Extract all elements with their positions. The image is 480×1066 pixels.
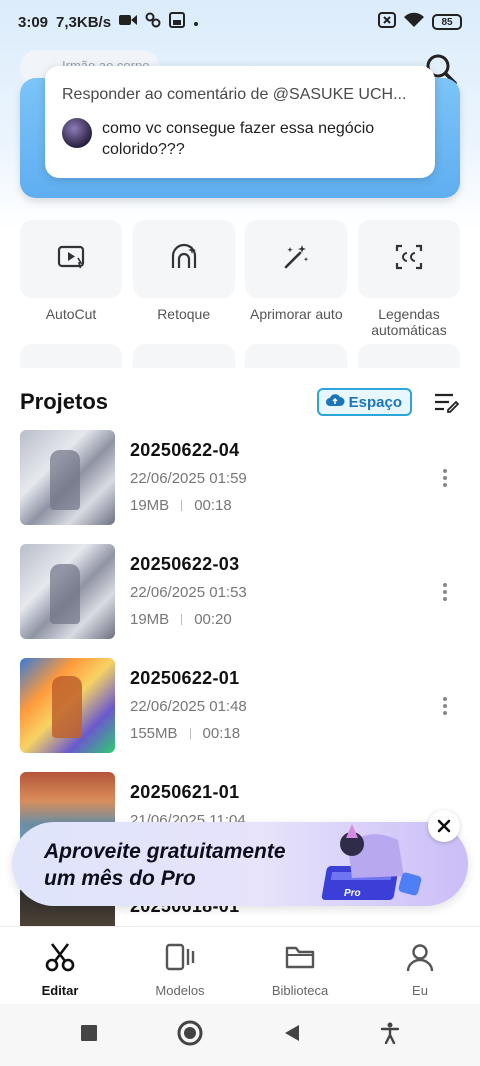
sim-off-icon: [378, 12, 396, 32]
project-duration: 00:18: [202, 725, 241, 742]
comment-text: como vc consegue fazer essa negócio colo…: [102, 120, 375, 158]
tool-label: Retoque: [157, 306, 211, 322]
project-size: 19MB: [130, 611, 170, 628]
projects-title: Projetos: [20, 389, 109, 414]
project-item[interactable]: 20250622-03 22/06/2025 01:53 19MB 00:20: [20, 544, 460, 640]
link-icon: [145, 12, 161, 32]
tool-label: Aprimorar auto: [250, 306, 343, 322]
tool-label: AutoCut: [45, 306, 97, 322]
project-name: 20250622-01: [130, 668, 240, 688]
nav-label: Eu: [412, 983, 428, 998]
close-icon[interactable]: [428, 810, 460, 842]
promo-line-1: Aproveite gratuitamente: [44, 840, 286, 863]
cloud-icon: [325, 392, 345, 412]
wifi-icon: [404, 12, 424, 32]
back-icon[interactable]: [283, 1024, 301, 1047]
project-item[interactable]: 20250622-01 22/06/2025 01:48 155MB 00:18: [20, 658, 460, 754]
nav-label: Biblioteca: [271, 983, 329, 998]
tool-tile[interactable]: [245, 344, 348, 368]
project-date: 22/06/2025 01:53: [130, 584, 247, 601]
nav-item-edit[interactable]: Editar: [0, 927, 120, 1004]
project-size: 155MB: [130, 725, 178, 742]
status-bar: 3:09 7,3KB/s 85: [0, 0, 480, 44]
project-name: 20250621-01: [130, 782, 240, 802]
tool-tile[interactable]: [357, 344, 460, 368]
folder-icon: [284, 941, 316, 978]
nav-item-profile[interactable]: Eu: [360, 927, 480, 1004]
tool-auto-enhance[interactable]: Aprimorar auto: [245, 220, 348, 338]
battery-icon: 85: [432, 14, 462, 30]
templates-icon: [164, 941, 196, 978]
tool-label: Legendas automáticas: [371, 306, 447, 338]
tool-autocut[interactable]: AutoCut: [20, 220, 122, 338]
pro-gift-illustration: Pro: [308, 816, 428, 906]
project-duration: 00:18: [194, 497, 232, 514]
bottom-navigation: Editar Modelos Biblioteca Eu: [0, 926, 480, 1004]
tool-tile[interactable]: [20, 344, 122, 368]
tool-tile[interactable]: [132, 344, 235, 368]
project-thumbnail[interactable]: [20, 658, 115, 753]
more-options-icon[interactable]: [435, 572, 455, 612]
tools-row: AutoCut Retoque Aprimorar auto Legendas …: [20, 220, 460, 338]
tool-auto-captions[interactable]: Legendas automáticas: [357, 220, 460, 338]
project-thumbnail[interactable]: [20, 430, 115, 525]
home-icon[interactable]: [177, 1020, 203, 1051]
system-navigation-bar: [0, 1004, 480, 1066]
divider: [181, 500, 183, 511]
promo-line-2: um mês do Pro: [44, 867, 196, 890]
nav-label: Editar: [41, 983, 79, 998]
divider: [181, 614, 183, 625]
promo-text: Aproveite gratuitamente um mês do Pro: [44, 838, 286, 892]
pro-badge: Pro: [344, 888, 361, 899]
profile-icon: [404, 941, 436, 978]
video-camera-icon: [119, 13, 138, 31]
clock: 3:09: [18, 13, 49, 31]
project-meta: 155MB 00:18: [130, 725, 435, 742]
project-item[interactable]: 20250622-04 22/06/2025 01:59 19MB 00:18: [20, 430, 460, 526]
divider: [189, 728, 191, 739]
notification-dot-icon: [193, 14, 199, 31]
scissors-icon: [44, 941, 76, 978]
project-duration: 00:20: [194, 611, 232, 628]
project-meta: 19MB 00:20: [130, 611, 435, 628]
tools-row-2: [20, 344, 460, 368]
tool-auto-enhance-tile[interactable]: [245, 220, 348, 298]
captions-icon: [394, 242, 424, 277]
sort-edit-icon[interactable]: [432, 388, 460, 416]
retouch-icon: [169, 242, 199, 277]
network-speed: 7,3KB/s: [56, 13, 112, 31]
tool-retouch[interactable]: Retoque: [132, 220, 235, 338]
tool-retouch-tile[interactable]: [132, 220, 235, 298]
project-date: 22/06/2025 01:48: [130, 698, 247, 715]
tool-auto-captions-tile[interactable]: [357, 220, 460, 298]
save-icon: [169, 12, 186, 32]
accessibility-icon[interactable]: [380, 1022, 400, 1049]
project-name: 20250622-04: [130, 440, 240, 460]
tool-autocut-tile[interactable]: [20, 220, 122, 298]
projects-header: Projetos Espaço: [0, 372, 480, 432]
nav-item-templates[interactable]: Modelos: [120, 927, 240, 1004]
magic-wand-icon: [281, 242, 311, 277]
project-name: 20250622-03: [130, 554, 240, 574]
nav-item-library[interactable]: Biblioteca: [240, 927, 360, 1004]
nav-label: Modelos: [155, 983, 205, 998]
autocut-icon: [56, 242, 86, 277]
pro-promo-banner[interactable]: Aproveite gratuitamente um mês do Pro Pr…: [12, 822, 468, 906]
more-options-icon[interactable]: [435, 686, 455, 726]
reply-to-label: Responder ao comentário de @SASUKE UCH..…: [62, 86, 407, 103]
comment-reply-card[interactable]: Responder ao comentário de @SASUKE UCH..…: [45, 66, 435, 178]
more-options-icon[interactable]: [435, 458, 455, 498]
project-size: 19MB: [130, 497, 170, 514]
space-button[interactable]: Espaço: [316, 388, 412, 416]
space-label: Espaço: [348, 393, 402, 411]
project-thumbnail[interactable]: [20, 544, 115, 639]
recents-icon[interactable]: [80, 1024, 98, 1047]
project-meta: 19MB 00:18: [130, 497, 435, 514]
avatar: [62, 118, 92, 148]
project-date: 22/06/2025 01:59: [130, 470, 247, 487]
